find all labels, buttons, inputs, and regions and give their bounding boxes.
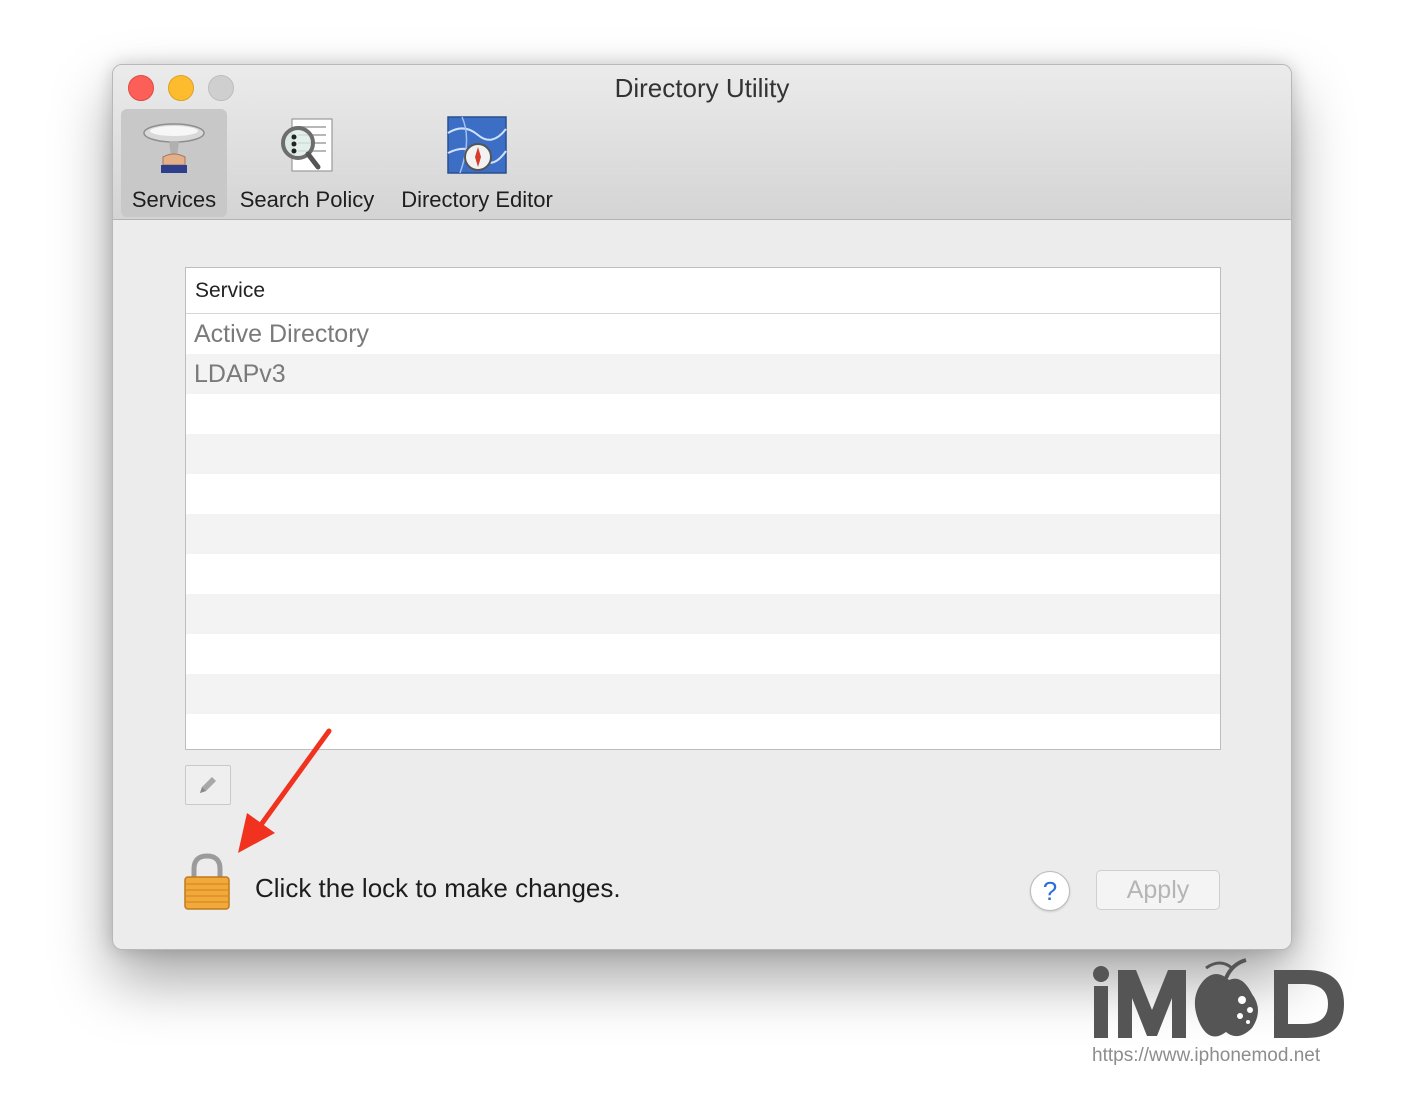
- toolbar-item-directory-editor[interactable]: Directory Editor: [391, 109, 563, 217]
- red-arrow-annotation: [238, 728, 332, 853]
- table-row: [186, 434, 1220, 474]
- lock-button[interactable]: [183, 853, 231, 911]
- lock-icon: [184, 853, 230, 910]
- apply-button[interactable]: Apply: [1096, 870, 1220, 910]
- table-row[interactable]: LDAPv3: [186, 354, 1220, 394]
- table-row: [186, 514, 1220, 554]
- table-row: [186, 474, 1220, 514]
- services-icon: [141, 109, 207, 183]
- column-header-service[interactable]: Service: [186, 268, 1220, 314]
- toolbar-label-search-policy: Search Policy: [239, 187, 375, 212]
- watermark-url: https://www.iphonemod.net: [1092, 1045, 1321, 1066]
- toolbar-item-search-policy[interactable]: Search Policy: [235, 109, 379, 217]
- table-row: [186, 634, 1220, 674]
- toolbar-label-services: Services: [131, 187, 217, 212]
- window-title: Directory Utility: [614, 73, 790, 103]
- imod-logo: [1093, 958, 1344, 1038]
- table-row: [186, 394, 1220, 434]
- services-table: Service Active Directory LDAPv3: [185, 267, 1221, 750]
- table-row[interactable]: Active Directory: [186, 314, 1220, 354]
- table-body: Active Directory LDAPv3: [186, 314, 1220, 749]
- title-bar: Directory Utility Services Search Policy…: [113, 65, 1291, 220]
- help-button[interactable]: ?: [1030, 871, 1070, 911]
- search-policy-icon: [274, 109, 340, 183]
- toolbar-label-directory-editor: Directory Editor: [401, 187, 553, 212]
- table-row: [186, 594, 1220, 634]
- directory-editor-icon: [444, 109, 510, 183]
- pencil-icon: [200, 777, 216, 793]
- lock-status-text: Click the lock to make changes.: [255, 873, 621, 903]
- table-row: [186, 674, 1220, 714]
- toolbar-item-services[interactable]: Services: [121, 109, 227, 217]
- table-row: [186, 554, 1220, 594]
